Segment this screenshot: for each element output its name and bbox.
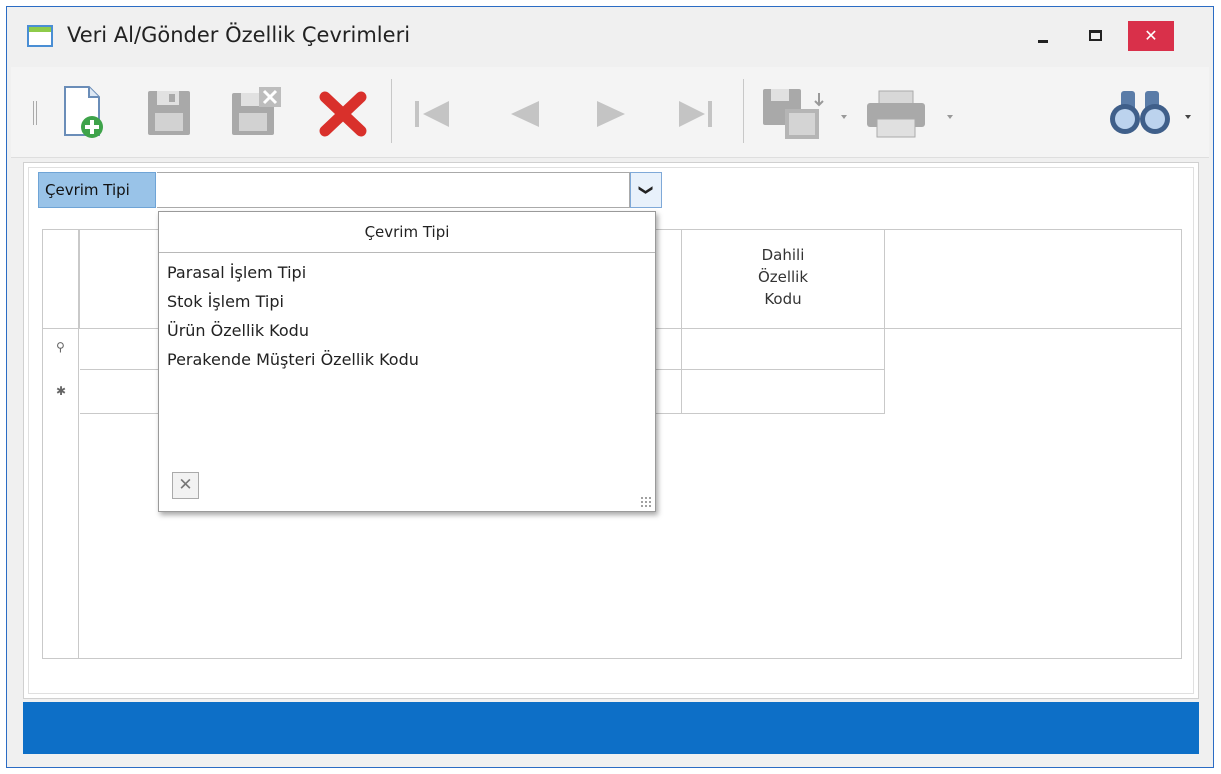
title-bar: Veri Al/Gönder Özellik Çevrimleri ✕ [7,7,1213,67]
save-cancel-button[interactable] [229,85,285,141]
print-icon [867,90,953,138]
next-record-icon [597,101,625,127]
delete-button[interactable] [317,85,369,141]
export-icon [763,89,847,139]
toolbar-separator [743,79,744,143]
new-icon [64,86,103,138]
new-row-icon: ✱ [56,384,67,398]
dropdown-item[interactable]: Parasal İşlem Tipi [167,258,419,287]
previous-record-button[interactable] [499,85,549,141]
window-icon [27,25,53,47]
chevron-down-icon: ❯ [637,184,654,196]
column-header-line: Özellik [757,268,809,286]
window-title: Veri Al/Gönder Özellik Çevrimleri [67,23,411,47]
dropdown-header: Çevrim Tipi [159,212,655,253]
conversion-type-combo[interactable] [157,172,630,208]
save-icon [148,91,190,135]
combo-dropdown-button[interactable]: ❯ [630,172,662,208]
find-button[interactable] [1107,85,1197,141]
previous-record-icon [511,101,539,127]
grid-column-header-dahili[interactable]: Dahili Özellik Kodu [682,230,885,328]
last-record-icon [679,101,712,127]
new-button[interactable] [59,85,109,141]
toolbar [11,67,1209,158]
first-record-icon [415,101,449,127]
delete-icon [319,91,367,137]
maximize-button[interactable] [1073,21,1117,51]
save-cancel-icon [232,87,281,135]
conversion-type-label: Çevrim Tipi [38,172,156,208]
dropdown-close-button[interactable]: ✕ [172,472,199,499]
close-icon: ✕ [178,475,193,495]
next-record-button[interactable] [587,85,637,141]
status-bar [23,702,1199,754]
save-button[interactable] [145,85,195,141]
maximize-icon [1089,30,1102,41]
column-header-line: Kodu [764,290,802,308]
filter-row-icon: ⚲ [56,340,65,354]
export-button[interactable] [759,85,849,141]
close-icon: ✕ [1144,26,1158,45]
table-cell[interactable] [682,370,885,413]
toolbar-separator [391,79,392,143]
table-cell[interactable] [682,328,885,369]
close-button[interactable]: ✕ [1128,21,1174,51]
minimize-icon [1038,40,1048,43]
last-record-button[interactable] [671,85,721,141]
conversion-type-dropdown: Çevrim Tipi Parasal İşlem Tipi Stok İşle… [158,211,656,512]
minimize-button[interactable] [1021,21,1065,51]
column-header-line: Dahili [761,246,805,264]
toolbar-grip[interactable] [33,101,37,125]
first-record-button[interactable] [407,85,457,141]
dropdown-list: Parasal İşlem Tipi Stok İşlem Tipi Ürün … [167,258,419,374]
row-indicator-column [43,230,79,658]
print-button[interactable] [863,85,959,141]
dropdown-item[interactable]: Ürün Özellik Kodu [167,316,419,345]
find-icon [1110,91,1191,134]
resize-grip-icon[interactable] [640,496,652,508]
dropdown-item[interactable]: Stok İşlem Tipi [167,287,419,316]
dropdown-item[interactable]: Perakende Müşteri Özellik Kodu [167,345,419,374]
